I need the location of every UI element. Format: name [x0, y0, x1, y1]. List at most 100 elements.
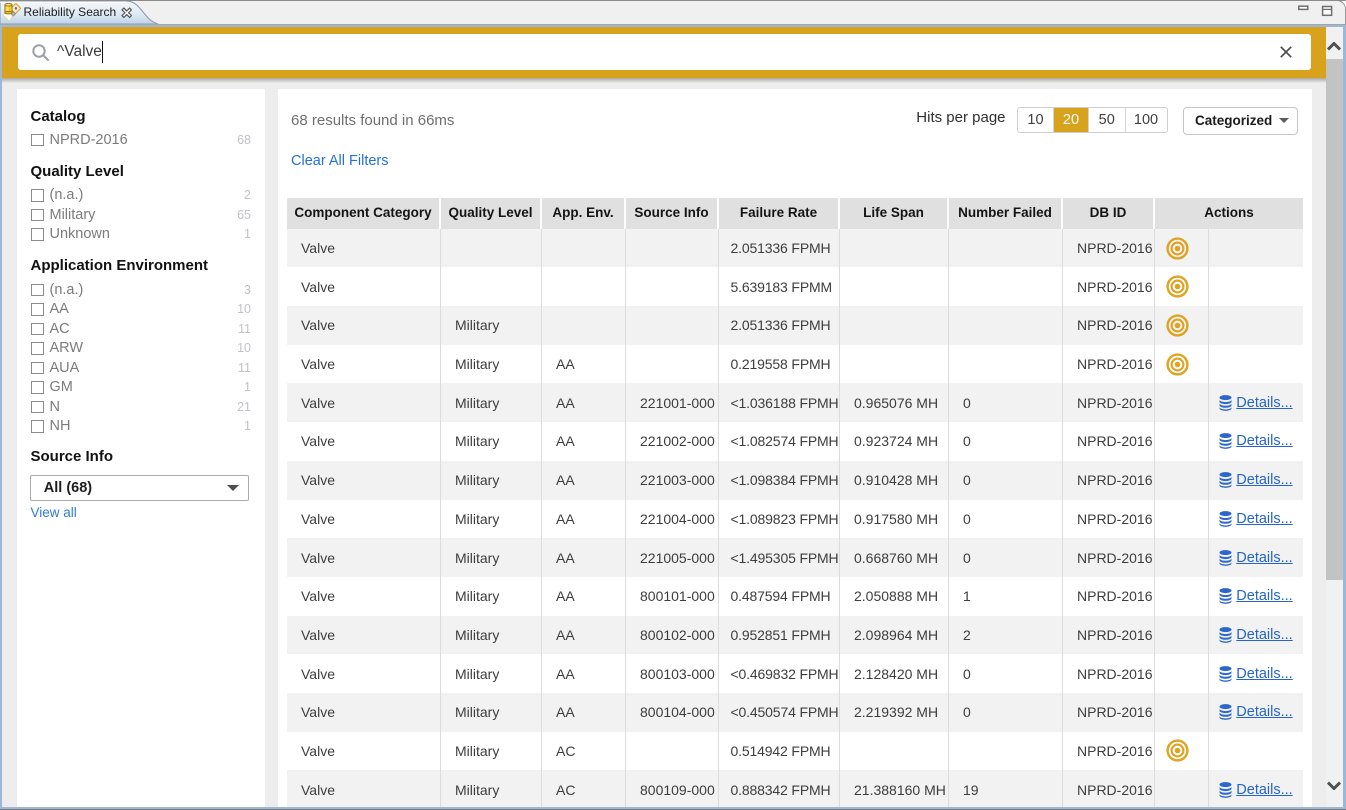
cell-action-details: Details... — [1209, 383, 1303, 422]
target-icon[interactable] — [1166, 314, 1189, 337]
checkbox[interactable] — [31, 381, 44, 394]
view-all-link[interactable]: View all — [31, 505, 77, 520]
tab-reliability-search[interactable]: Reliability Search — [0, 0, 172, 24]
checkbox[interactable] — [31, 228, 44, 241]
cell-db-id: NPRD-2016 — [1063, 229, 1155, 268]
details-link[interactable]: Details... — [1219, 588, 1292, 604]
cell-db-id: NPRD-2016 — [1063, 616, 1155, 655]
results-table: Component CategoryQuality LevelApp. Env.… — [287, 198, 1303, 806]
details-label: Details... — [1236, 588, 1292, 604]
checkbox[interactable] — [31, 209, 44, 222]
column-header-app-env-: App. Env. — [542, 198, 626, 229]
filter-item-ac[interactable]: AC11 — [31, 320, 251, 340]
cell-source-info: 800102-000 — [626, 616, 719, 655]
checkbox[interactable] — [31, 342, 44, 355]
hits-option-50[interactable]: 50 — [1088, 108, 1125, 132]
details-link[interactable]: Details... — [1219, 433, 1292, 449]
cell-component-category: Valve — [287, 422, 441, 461]
checkbox[interactable] — [31, 303, 44, 316]
search-icon — [31, 43, 50, 62]
clear-all-filters-link[interactable]: Clear All Filters — [291, 153, 389, 169]
checkbox[interactable] — [31, 134, 44, 147]
target-icon[interactable] — [1166, 237, 1189, 260]
filter-item-military[interactable]: Military65 — [31, 206, 251, 226]
target-icon[interactable] — [1166, 353, 1189, 376]
filter-item-nh[interactable]: NH1 — [31, 417, 251, 437]
checkbox[interactable] — [31, 323, 44, 336]
cell-component-category: Valve — [287, 267, 441, 306]
details-link[interactable]: Details... — [1219, 395, 1292, 411]
checkbox[interactable] — [31, 284, 44, 297]
checkbox[interactable] — [31, 420, 44, 433]
cell-app-env: AA — [542, 693, 626, 732]
cell-db-id: NPRD-2016 — [1063, 345, 1155, 384]
filter-item-unknown[interactable]: Unknown1 — [31, 225, 251, 245]
checkbox[interactable] — [31, 401, 44, 414]
cell-component-category: Valve — [287, 577, 441, 616]
cell-action-icon — [1155, 732, 1209, 771]
hits-option-20[interactable]: 20 — [1053, 108, 1088, 132]
details-label: Details... — [1236, 627, 1292, 643]
filter-item-aua[interactable]: AUA11 — [31, 359, 251, 379]
hits-option-100[interactable]: 100 — [1125, 108, 1167, 132]
cell-db-id: NPRD-2016 — [1063, 693, 1155, 732]
filter-item--n-a-[interactable]: (n.a.)3 — [31, 281, 251, 301]
cell-component-category: Valve — [287, 732, 441, 771]
cell-action-details: Details... — [1209, 500, 1303, 539]
details-link[interactable]: Details... — [1219, 627, 1292, 643]
cell-failure-rate: <1.082574 FPMH — [719, 422, 840, 461]
filter-item-n[interactable]: N21 — [31, 398, 251, 418]
checkbox[interactable] — [31, 189, 44, 202]
details-link[interactable]: Details... — [1219, 550, 1292, 566]
details-link[interactable]: Details... — [1219, 511, 1292, 527]
minimize-icon[interactable] — [1299, 6, 1308, 9]
cell-failure-rate: 2.051336 FPMH — [719, 229, 840, 268]
target-icon[interactable] — [1166, 739, 1189, 762]
cell-number-failed: 0 — [949, 383, 1063, 422]
cell-db-id: NPRD-2016 — [1063, 461, 1155, 500]
column-header-life-span: Life Span — [840, 198, 949, 229]
tab-close-icon[interactable] — [121, 7, 133, 19]
vertical-scrollbar[interactable] — [1326, 27, 1344, 807]
details-link[interactable]: Details... — [1219, 472, 1292, 488]
filter-label: ARW — [50, 339, 84, 359]
filter-item-gm[interactable]: GM1 — [31, 378, 251, 398]
scrollbar-thumb[interactable] — [1326, 59, 1344, 580]
filter-label: Military — [50, 206, 96, 226]
cell-component-category: Valve — [287, 654, 441, 693]
app-window: Reliability Search ^Valve Catal — [0, 0, 1346, 810]
filter-item--n-a-[interactable]: (n.a.)2 — [31, 186, 251, 206]
cell-life-span — [840, 345, 949, 384]
clear-search-icon[interactable] — [1279, 45, 1293, 59]
target-icon[interactable] — [1166, 275, 1189, 298]
details-link[interactable]: Details... — [1219, 704, 1292, 720]
filter-section-title: Source Info — [31, 448, 114, 466]
filter-count: 11 — [238, 359, 251, 379]
filter-count: 1 — [244, 417, 251, 437]
scroll-up-icon[interactable] — [1327, 42, 1341, 51]
filter-item-nprd-2016[interactable]: NPRD-201668 — [31, 131, 251, 151]
filter-item-arw[interactable]: ARW10 — [31, 339, 251, 359]
cell-failure-rate: 5.639183 FPMM — [719, 267, 840, 306]
details-link[interactable]: Details... — [1219, 666, 1292, 682]
cell-component-category: Valve — [287, 345, 441, 384]
filter-item-aa[interactable]: AA10 — [31, 300, 251, 320]
hits-option-10[interactable]: 10 — [1018, 108, 1053, 132]
cell-life-span: 0.965076 MH — [840, 383, 949, 422]
window-edge-top — [0, 0, 1346, 1]
source-info-dropdown[interactable]: All (68) — [30, 475, 250, 501]
database-icon — [1219, 666, 1232, 682]
cell-quality-level: Military — [441, 577, 542, 616]
maximize-icon[interactable] — [1323, 7, 1332, 16]
view-mode-dropdown[interactable]: Categorized — [1183, 107, 1298, 135]
scroll-down-icon[interactable] — [1327, 781, 1341, 790]
cell-action-details: Details... — [1209, 422, 1303, 461]
checkbox[interactable] — [31, 362, 44, 375]
details-link[interactable]: Details... — [1219, 782, 1292, 798]
cell-failure-rate: 0.487594 FPMH — [719, 577, 840, 616]
search-input[interactable]: ^Valve — [18, 34, 1311, 70]
table-row: Valve2.051336 FPMHNPRD-2016 — [287, 229, 1303, 268]
cell-action-icon — [1155, 345, 1209, 384]
database-icon — [1219, 627, 1232, 643]
cell-action-details: Details... — [1209, 654, 1303, 693]
